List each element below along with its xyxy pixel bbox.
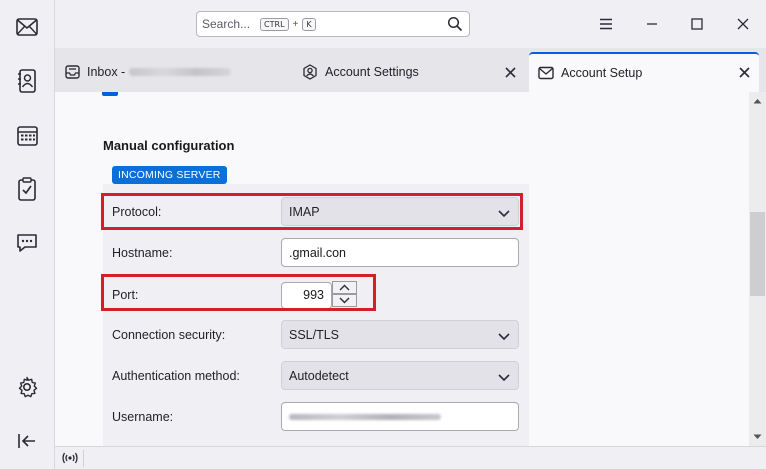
close-tab-account-setup-icon[interactable] [736,64,752,80]
username-label: Username: [112,410,174,424]
tab-account-setup[interactable]: Account Setup [529,52,759,92]
tab-bar: Inbox - Account Settings Account Setup [55,48,766,92]
calendar-icon[interactable] [13,121,41,149]
maximize-icon[interactable] [685,12,709,36]
tab-account-settings[interactable]: Account Settings [302,52,522,92]
status-bar [55,446,766,469]
tab-inbox[interactable]: Inbox - [65,52,297,92]
mail-icon[interactable] [13,13,41,41]
hostname-input[interactable]: .gmail.con [281,238,519,267]
tab-inbox-label: Inbox - [87,65,126,79]
hostname-label: Hostname: [112,246,173,260]
tab-account-setup-label: Account Setup [561,66,643,80]
port-highlight-box [101,274,376,311]
shortcut-ctrl-key: CTRL [260,17,289,31]
tasks-icon[interactable] [13,175,41,203]
scrollbar-thumb[interactable] [750,212,765,296]
mail-setup-icon [538,66,554,80]
inbox-icon [65,65,80,79]
close-tab-account-settings-icon[interactable] [502,64,518,80]
connection-security-value: SSL/TLS [289,327,340,342]
address-book-icon[interactable] [13,67,41,95]
tab-account-settings-label: Account Settings [325,65,419,79]
minimize-icon[interactable] [640,12,664,36]
scrollbar[interactable] [749,92,766,446]
username-input[interactable] [281,402,519,431]
gear-icon[interactable] [13,373,41,401]
protocol-highlight-box [101,193,523,230]
connection-security-select[interactable]: SSL/TLS [281,320,519,349]
search-icon[interactable] [447,16,463,35]
chevron-down-icon [498,330,510,344]
incoming-server-badge: INCOMING SERVER [112,166,227,184]
hostname-value: .gmail.con [289,245,346,260]
account-settings-icon [302,64,318,80]
app-menu-icon[interactable] [594,12,618,36]
auth-method-label: Authentication method: [112,369,240,383]
close-window-icon[interactable] [731,12,755,36]
account-setup-content: Manual configuration INCOMING SERVER Pro… [55,92,766,446]
manual-config-title: Manual configuration [103,138,235,153]
chat-icon[interactable] [13,229,41,257]
obscured-account-name [129,68,232,76]
shortcut-k-key: K [302,17,316,31]
title-bar: Search... CTRL + K [55,0,766,48]
shortcut-plus: + [292,18,299,30]
online-status-icon[interactable] [62,451,78,468]
status-divider [83,450,84,467]
auth-method-select[interactable]: Autodetect [281,361,519,390]
collapse-spaces-icon[interactable] [13,427,41,455]
checkbox-partial[interactable] [102,92,118,96]
connection-security-label: Connection security: [112,328,226,342]
scroll-down-icon[interactable] [752,432,763,442]
search-input[interactable]: Search... CTRL + K [196,11,470,37]
obscured-username [289,413,441,420]
spaces-toolbar [0,0,55,469]
scroll-up-icon[interactable] [752,96,763,106]
chevron-down-icon [498,371,510,385]
search-placeholder: Search... [202,17,251,31]
auth-method-value: Autodetect [289,368,349,383]
